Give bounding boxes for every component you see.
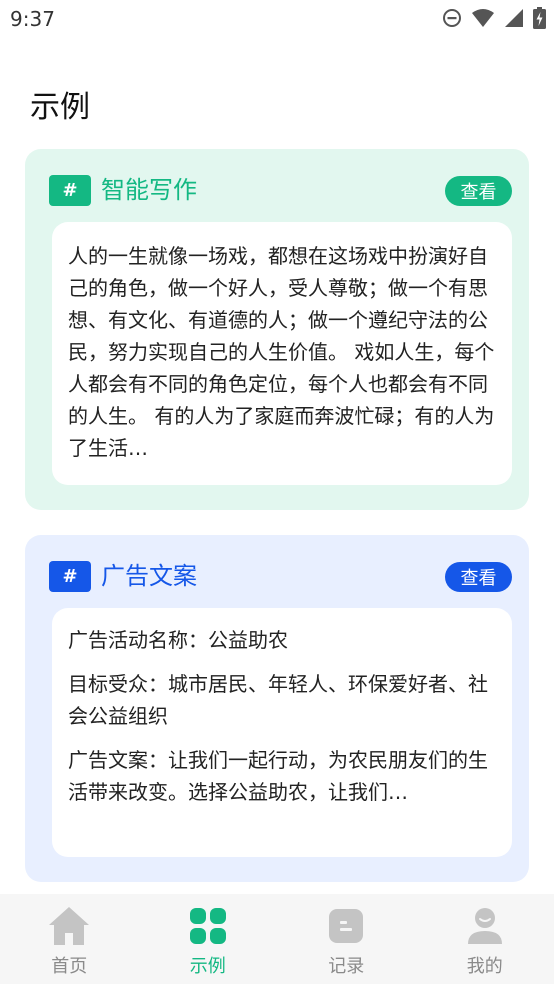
ad-copy-text: 广告文案：让我们一起行动，为农民朋友们的生活带来改变。选择公益助农，让我们… [68, 748, 488, 804]
battery-charging-icon [533, 7, 546, 29]
card-preview[interactable]: 人的一生就像一场戏，都想在这场戏中扮演好自己的角色，做一个好人，受人尊敬；做一个… [52, 222, 512, 485]
wifi-icon [471, 8, 495, 28]
status-time: 9:37 [10, 7, 55, 31]
card-title: 智能写作 [101, 176, 197, 204]
hash-badge: # [49, 561, 91, 592]
ad-campaign-name: 广告活动名称：公益助农 [68, 628, 288, 652]
bottom-nav: 首页 示例 记录 我的 [0, 894, 554, 984]
card-header: # 广告文案 查看 [49, 561, 512, 593]
home-icon [48, 906, 90, 946]
status-bar: 9:37 [0, 0, 554, 38]
status-icons [442, 7, 546, 29]
view-button[interactable]: 查看 [445, 562, 512, 592]
example-card-ad-copy: # 广告文案 查看 广告活动名称：公益助农 目标受众：城市居民、年轻人、环保爱好… [25, 535, 529, 882]
example-card-writing: # 智能写作 查看 人的一生就像一场戏，都想在这场戏中扮演好自己的角色，做一个好… [25, 149, 529, 510]
nav-item-records[interactable]: 记录 [277, 894, 416, 984]
nav-item-home[interactable]: 首页 [0, 894, 139, 984]
nav-label: 我的 [466, 956, 503, 977]
grid-icon [189, 906, 226, 946]
card-preview[interactable]: 广告活动名称：公益助农 目标受众：城市居民、年轻人、环保爱好者、社会公益组织 广… [52, 608, 512, 857]
record-icon [328, 906, 364, 946]
hash-badge: # [49, 175, 91, 206]
nav-label: 首页 [51, 956, 88, 977]
ad-target-audience: 目标受众：城市居民、年轻人、环保爱好者、社会公益组织 [68, 672, 488, 728]
nav-item-mine[interactable]: 我的 [416, 894, 554, 984]
card-title: 广告文案 [101, 562, 197, 590]
card-header: # 智能写作 查看 [49, 175, 512, 207]
nav-label: 示例 [189, 956, 226, 977]
cell-signal-icon [504, 8, 524, 28]
user-icon [467, 906, 503, 946]
page-title: 示例 [30, 90, 90, 125]
nav-item-examples[interactable]: 示例 [139, 894, 278, 984]
do-not-disturb-icon [442, 8, 462, 28]
card-preview-text: 人的一生就像一场戏，都想在这场戏中扮演好自己的角色，做一个好人，受人尊敬；做一个… [68, 244, 495, 460]
nav-label: 记录 [328, 956, 365, 977]
view-button[interactable]: 查看 [445, 176, 512, 206]
